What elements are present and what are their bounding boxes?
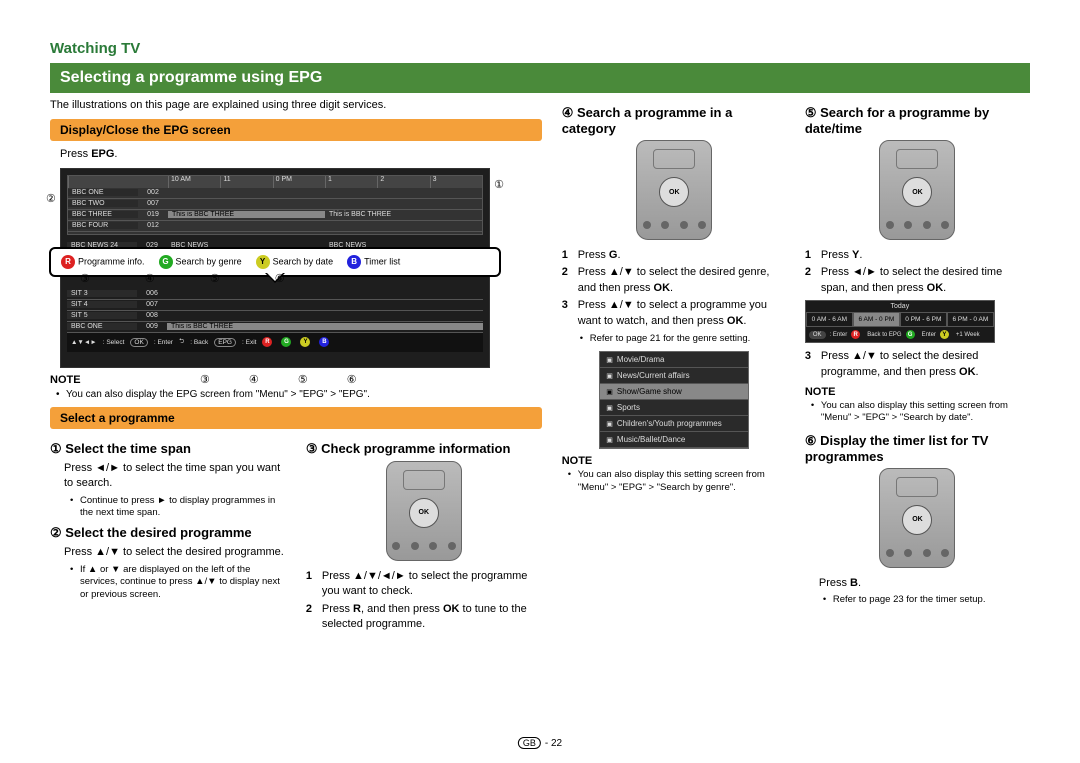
step4-bullet: Refer to page 21 for the genre setting.	[580, 333, 787, 345]
genre-item: Children's/Youth programmes	[600, 416, 748, 432]
callout-1: ①	[494, 178, 504, 191]
time-4: 2	[377, 176, 429, 188]
left-column: The illustrations on this page are expla…	[50, 99, 542, 636]
press-epg-bold: EPG	[91, 148, 114, 160]
step6-title: ⑥ Display the timer list for TV programm…	[805, 433, 1030, 464]
page-title: Selecting a programme using EPG	[50, 63, 1030, 93]
step5-note-label: NOTE	[805, 386, 1030, 398]
remote-icon: OK	[879, 140, 955, 240]
step5-title: ⑤ Search for a programme by date/time	[805, 105, 1030, 136]
callout-2: ②	[46, 192, 56, 205]
step1-title: ① Select the time span	[50, 441, 286, 457]
epg-grid-top: 10 AM 11 0 PM 1 2 3 BBC ONE002 BBC TWO00…	[67, 175, 483, 235]
step6-bullet: Refer to page 23 for the timer setup.	[823, 594, 1030, 606]
step-3: ③ Check programme information OK 1Press …	[306, 435, 542, 637]
genre-item: Music/Ballet/Dance	[600, 432, 748, 448]
genre-menu: Movie/Drama News/Current affairs Show/Ga…	[599, 351, 749, 449]
step2-text: Press ▲/▼ to select the desired programm…	[50, 545, 286, 560]
epg-screen: 10 AM 11 0 PM 1 2 3 BBC ONE002 BBC TWO00…	[60, 168, 490, 368]
step-56-col: ⑤ Search for a programme by date/time OK…	[805, 99, 1030, 636]
step4-note-text: You can also display this setting screen…	[568, 469, 787, 494]
intro-text: The illustrations on this page are expla…	[50, 99, 542, 111]
step-4-col: ④ Search a programme in a category OK 1P…	[562, 99, 787, 636]
region-badge: GB	[518, 737, 541, 749]
time-1: 11	[220, 176, 272, 188]
manual-page: Watching TV Selecting a programme using …	[0, 0, 1080, 763]
callout-row-2: ③ ④ ⑤ ⑥	[200, 373, 375, 386]
date-slot: 0 PM - 6 PM	[900, 312, 947, 327]
time-2: 0 PM	[273, 176, 325, 188]
page-number: - 22	[545, 738, 562, 749]
remote-icon: OK	[636, 140, 712, 240]
y-icon: Y	[256, 255, 270, 269]
step3-title: ③ Check programme information	[306, 441, 542, 457]
g-label: Search by genre	[176, 256, 242, 266]
bar-select-prog: Select a programme	[50, 407, 542, 429]
date-slot: 0 AM - 6 AM	[806, 312, 853, 327]
genre-item: Sports	[600, 400, 748, 416]
g-icon: G	[159, 255, 173, 269]
r-label: Programme info.	[78, 256, 145, 266]
time-5: 3	[430, 176, 482, 188]
date-slot: 6 PM - 0 AM	[947, 312, 994, 327]
press-epg-line: Press EPG.	[50, 147, 542, 162]
note1-text: You can also display the EPG screen from…	[56, 388, 542, 401]
step4-note-label: NOTE	[562, 455, 787, 467]
press-epg-suffix: .	[114, 148, 117, 160]
genre-item: Movie/Drama	[600, 352, 748, 368]
time-0: 10 AM	[168, 176, 220, 188]
y-label: Search by date	[273, 256, 334, 266]
callout-row-1: ③ ④ ⑤ ⑥	[80, 272, 311, 285]
step1-bullet: Continue to press ► to display programme…	[70, 495, 286, 520]
page-footer: GB - 22	[518, 738, 562, 749]
remote-icon: OK	[386, 461, 462, 561]
date-slot-selected: 6 AM - 0 PM	[853, 312, 900, 327]
epg-timeline: 10 AM 11 0 PM 1 2 3	[68, 176, 482, 188]
genre-item: News/Current affairs	[600, 368, 748, 384]
step4-title: ④ Search a programme in a category	[562, 105, 787, 136]
b-icon: B	[347, 255, 361, 269]
epg-grid-bottom: SIT 3006 SIT 4007 SIT 5008 BBC ONE009Thi…	[67, 289, 483, 352]
r-icon: R	[61, 255, 75, 269]
b-label: Timer list	[364, 256, 400, 266]
press-epg-prefix: Press	[60, 148, 91, 160]
step1-text: Press ◄/► to select the time span you wa…	[50, 461, 286, 491]
step2-bullet: If ▲ or ▼ are displayed on the left of t…	[70, 564, 286, 601]
time-3: 1	[325, 176, 377, 188]
section-header: Watching TV	[50, 40, 1030, 57]
step3-li1: Press ▲/▼/◄/► to select the programme yo…	[322, 570, 528, 597]
bar-display-close: Display/Close the EPG screen	[50, 119, 542, 141]
steps-12: ① Select the time span Press ◄/► to sele…	[50, 435, 286, 637]
step5-note-text: You can also display this setting screen…	[811, 400, 1030, 425]
genre-item-selected: Show/Game show	[600, 384, 748, 400]
date-menu: Today 0 AM - 6 AM 6 AM - 0 PM 0 PM - 6 P…	[805, 300, 995, 343]
step2-title: ② Select the desired programme	[50, 525, 286, 541]
remote-icon: OK	[879, 468, 955, 568]
